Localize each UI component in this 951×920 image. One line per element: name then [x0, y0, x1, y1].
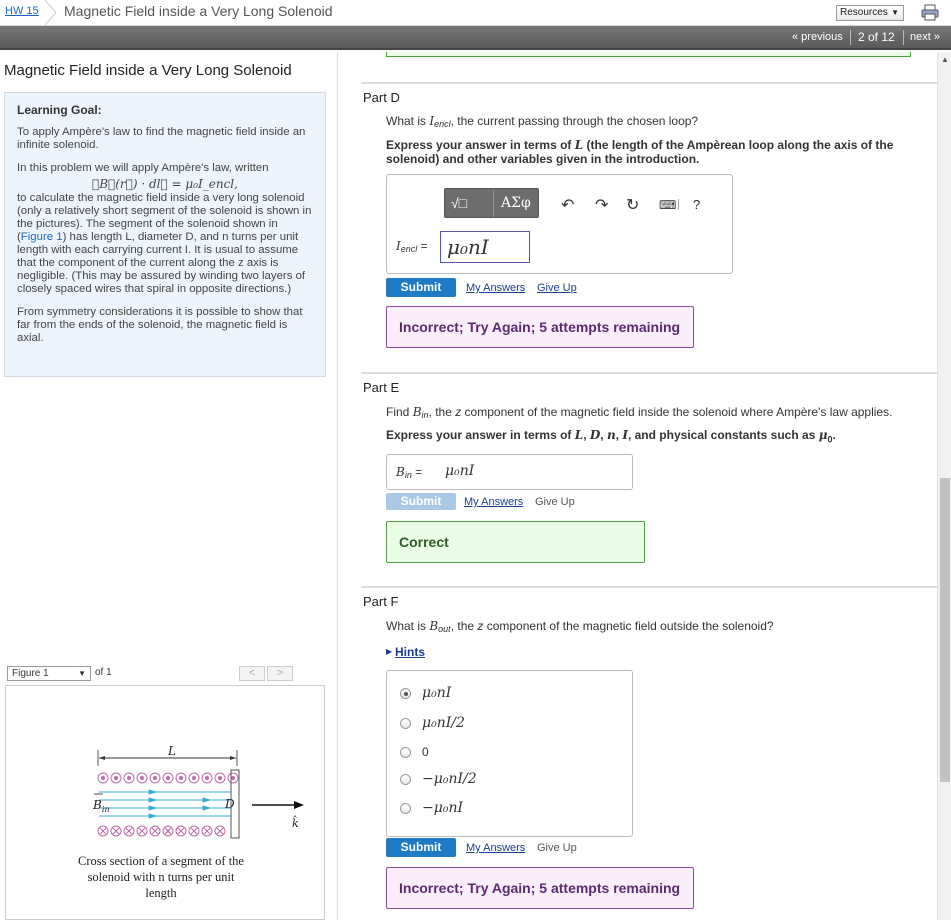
- hints-link[interactable]: Hints: [395, 645, 425, 659]
- current-out-row: [97, 772, 239, 784]
- figure-select-label: Figure 1: [12, 668, 49, 679]
- nav-divider: [903, 30, 904, 45]
- part-divider: [361, 372, 951, 374]
- part-f-choices: μ₀nI μ₀nI/2 0 −μ₀nI/2 −μ₀nI: [386, 670, 633, 837]
- figure-panel: L Bin D k̂ Cross section of a segment of…: [5, 685, 325, 920]
- breadcrumb-separator-icon: [44, 0, 57, 25]
- part-f-label: Part F: [363, 594, 399, 609]
- current-in-row: [97, 825, 226, 837]
- length-label: L: [167, 744, 176, 758]
- radio-button[interactable]: [400, 718, 411, 729]
- ampere-law-equation: ∮B⃗(r⃗) · dl⃗ = μ₀I_encl,: [92, 177, 238, 191]
- part-d-feedback: Incorrect; Try Again; 5 attempts remaini…: [386, 306, 694, 348]
- reset-icon[interactable]: ↻: [626, 195, 639, 215]
- templates-button[interactable]: √□: [451, 195, 467, 211]
- intro-paragraph: to calculate the magnetic field inside a…: [17, 192, 313, 296]
- hints-expand-icon[interactable]: ▶: [386, 647, 392, 656]
- problem-position: 2 of 12: [858, 30, 895, 44]
- part-e-label: Part E: [363, 380, 400, 395]
- figure-caption: Cross section of a segment of the soleno…: [78, 854, 244, 900]
- part-e-my-answers-link[interactable]: My Answers: [464, 496, 523, 508]
- part-d-label: Part D: [363, 90, 400, 105]
- toolbar-divider: [493, 191, 494, 217]
- part-e-answer-label: Bin =: [396, 465, 423, 480]
- learning-goal-box: Learning Goal: To apply Ampère's law to …: [4, 92, 326, 377]
- part-e-answer-box: Bin = μ₀nI: [386, 454, 633, 490]
- part-f-submit-button[interactable]: Submit: [386, 838, 456, 857]
- top-bar: HW 15 Magnetic Field inside a Very Long …: [0, 0, 951, 26]
- part-f-give-up-link: Give Up: [537, 842, 577, 854]
- part-d-answer-input[interactable]: μ₀nI: [440, 231, 530, 263]
- part-e-give-up-link: Give Up: [535, 496, 575, 508]
- page-scrollbar[interactable]: ▲: [937, 52, 951, 920]
- part-f-my-answers-link[interactable]: My Answers: [466, 842, 525, 854]
- part-f-feedback: Incorrect; Try Again; 5 attempts remaini…: [386, 867, 694, 909]
- figure-1-link[interactable]: Figure 1: [21, 231, 63, 243]
- figure-next-button[interactable]: >: [267, 666, 293, 681]
- part-d-submit-button[interactable]: Submit: [386, 278, 456, 297]
- problem-title: Magnetic Field inside a Very Long Soleno…: [4, 62, 292, 79]
- part-divider: [361, 586, 951, 588]
- help-icon[interactable]: ?: [693, 197, 700, 212]
- resources-dropdown[interactable]: Resources ▼: [836, 5, 904, 21]
- keyboard-icon[interactable]: ⌨: [659, 198, 676, 212]
- math-templates-toolbar: √□ ΑΣφ: [444, 188, 539, 218]
- diameter-label: D: [224, 797, 235, 811]
- part-e-instruction: Express your answer in terms of L, D, n,…: [386, 428, 836, 445]
- figure-select[interactable]: Figure 1 ▼: [7, 666, 91, 681]
- figure-navigation: Figure 1 ▼ of 1 < >: [5, 666, 325, 682]
- assignment-title: Magnetic Field inside a Very Long Soleno…: [64, 3, 333, 19]
- part-e-feedback: Correct: [386, 521, 645, 563]
- problem-sidebar: Magnetic Field inside a Very Long Soleno…: [0, 52, 338, 920]
- part-divider: [361, 82, 951, 84]
- print-icon[interactable]: [921, 4, 939, 21]
- problem-parts: Part D What is Iencl, the current passin…: [339, 52, 951, 920]
- figure-previous-button[interactable]: <: [239, 666, 265, 681]
- toolbar-divider: |: [677, 198, 680, 210]
- choice-label: μ₀nI/2: [422, 715, 465, 731]
- radio-button[interactable]: [400, 803, 411, 814]
- intro-text: In this problem we will apply Ampère's l…: [17, 162, 269, 174]
- choice-label: μ₀nI: [422, 685, 452, 701]
- solenoid-diagram: L Bin D k̂: [92, 744, 304, 839]
- redo-icon[interactable]: ↷: [595, 195, 608, 215]
- part-e-answer-value: μ₀nI: [445, 463, 475, 479]
- chevron-down-icon: ▼: [78, 669, 86, 678]
- previous-feedback-edge: [386, 52, 911, 57]
- part-d-my-answers-link[interactable]: My Answers: [466, 282, 525, 294]
- part-f-question: What is Bout, the z component of the mag…: [386, 619, 774, 634]
- nav-divider: [850, 30, 851, 45]
- symmetry-paragraph: From symmetry considerations it is possi…: [17, 306, 303, 344]
- resources-label: Resources: [840, 7, 888, 18]
- scrollbar-thumb[interactable]: [940, 478, 950, 782]
- previous-link[interactable]: « previous: [792, 31, 843, 43]
- choice-label: −μ₀nI: [422, 800, 463, 816]
- radio-button[interactable]: [400, 774, 411, 785]
- learning-goal-text: To apply Ampère's law to find the magnet…: [17, 126, 306, 151]
- part-d-answer-label: Iencl =: [396, 239, 428, 254]
- learning-goal-heading: Learning Goal:: [17, 103, 102, 117]
- figure-count: of 1: [95, 667, 112, 678]
- assignment-breadcrumb-link[interactable]: HW 15: [5, 5, 39, 17]
- greek-symbols-button[interactable]: ΑΣφ: [501, 195, 531, 211]
- part-d-instruction: Express your answer in terms of L (the l…: [386, 138, 894, 166]
- scroll-up-icon[interactable]: ▲: [941, 55, 949, 64]
- part-d-question: What is Iencl, the current passing throu…: [386, 114, 699, 129]
- field-arrows: [99, 789, 232, 819]
- choice-label: 0: [422, 745, 429, 759]
- next-link[interactable]: next »: [910, 31, 940, 43]
- part-e-question: Find Bin, the z component of the magneti…: [386, 405, 893, 420]
- problem-nav-bar: « previous 2 of 12 next »: [0, 26, 951, 50]
- choice-label: −μ₀nI/2: [422, 771, 477, 787]
- part-e-submit-button: Submit: [386, 493, 456, 510]
- radio-button[interactable]: [400, 688, 411, 699]
- part-d-answer-editor: √□ ΑΣφ ↶ ↷ ↻ ⌨ | ? Iencl = μ₀nI: [386, 174, 733, 274]
- part-d-give-up-link[interactable]: Give Up: [537, 282, 577, 294]
- unit-vector-k-label: k̂: [292, 816, 299, 830]
- undo-icon[interactable]: ↶: [561, 195, 574, 215]
- radio-button[interactable]: [400, 747, 411, 758]
- chevron-down-icon: ▼: [891, 8, 899, 17]
